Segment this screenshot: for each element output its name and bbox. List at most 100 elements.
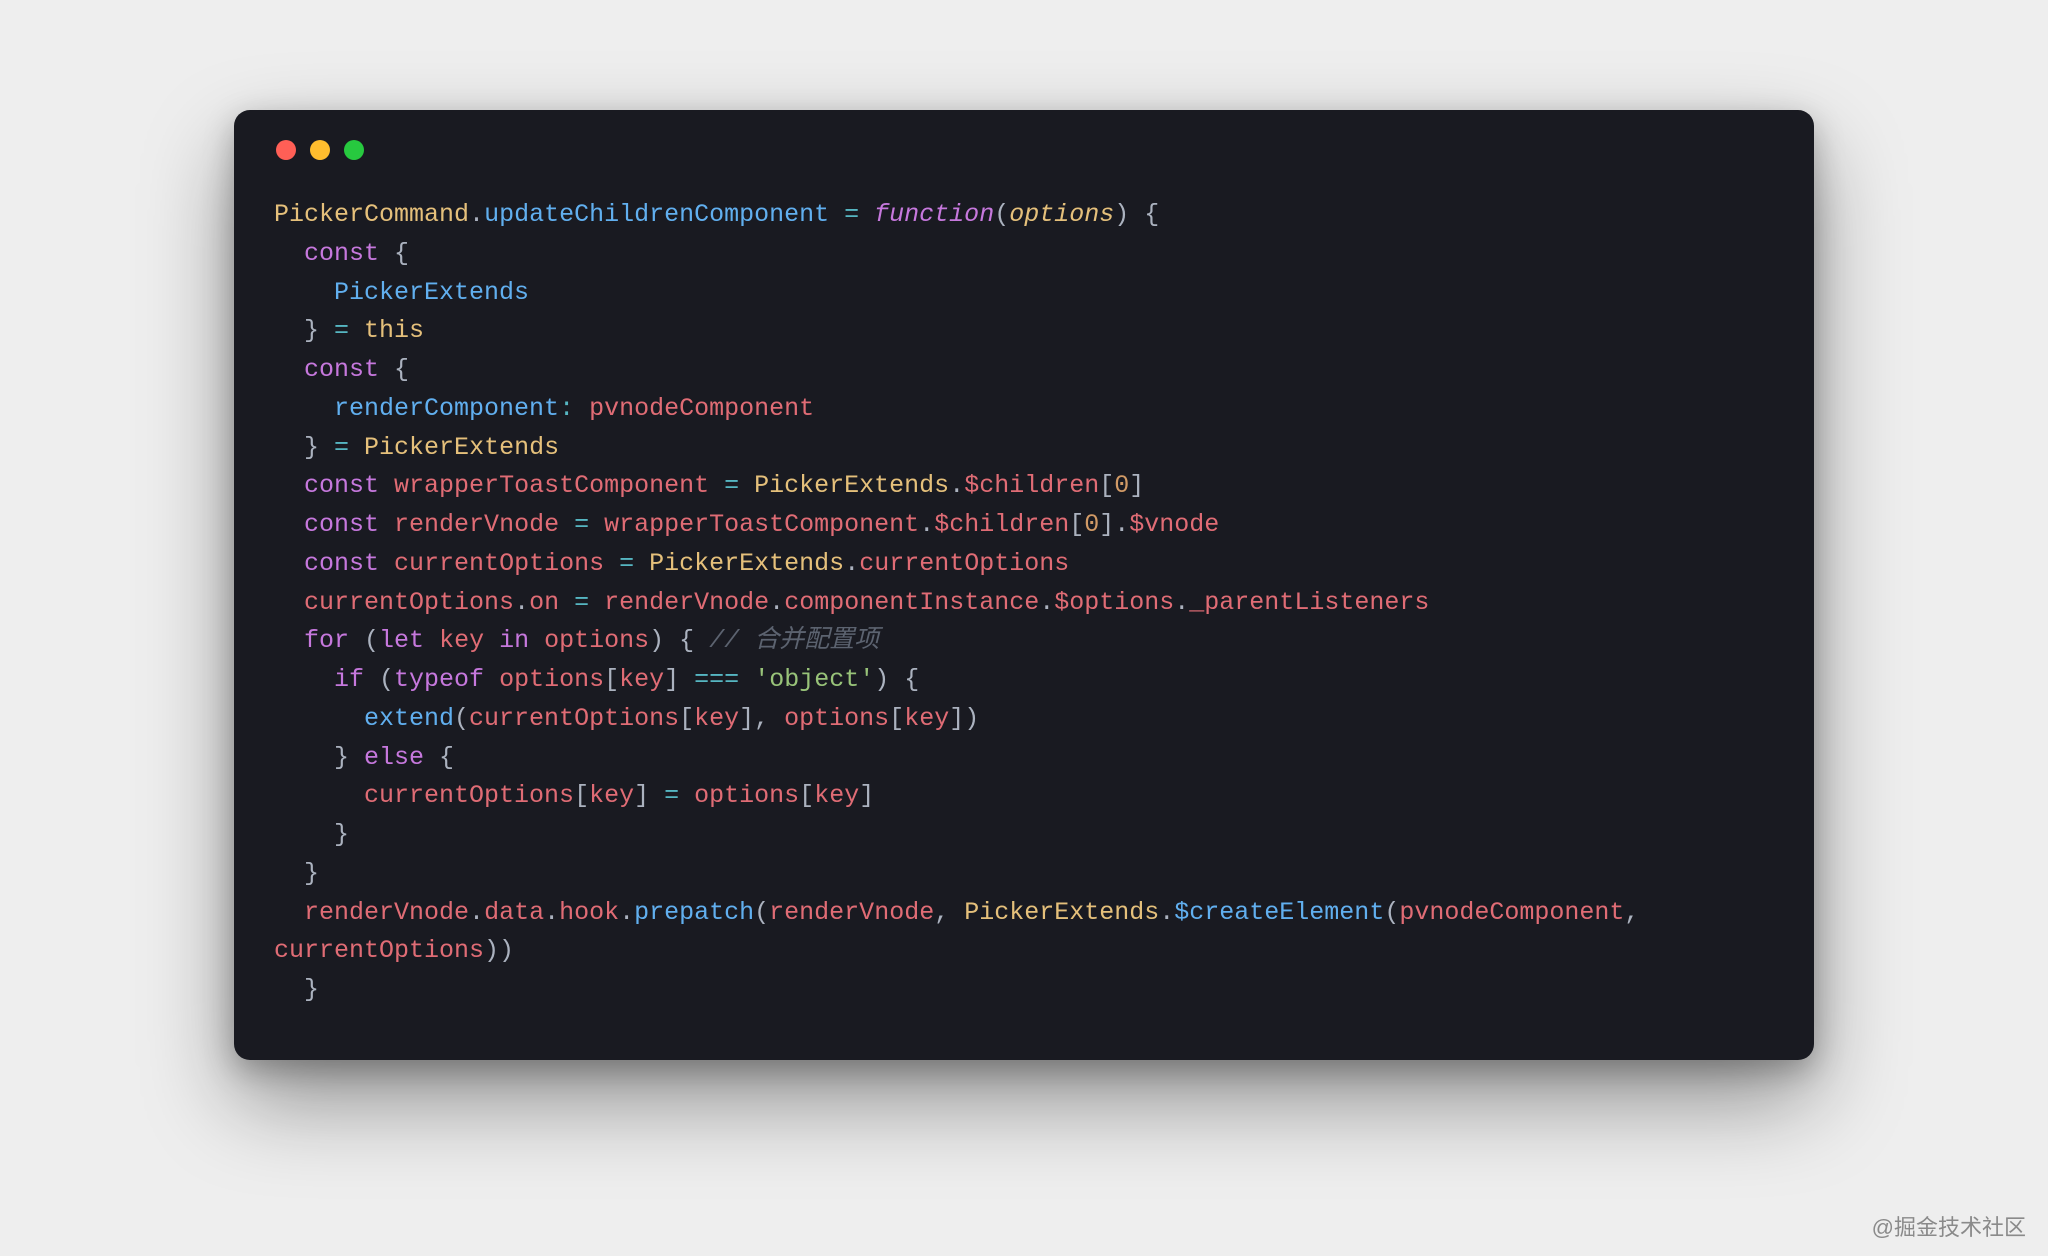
code-token: }	[274, 743, 364, 772]
code-token: (	[364, 665, 394, 694]
code-token: pvnodeComponent	[589, 394, 814, 423]
code-token: }	[274, 820, 349, 849]
code-token: =	[334, 433, 349, 462]
code-token: prepatch	[634, 898, 754, 927]
code-token: if	[334, 665, 364, 694]
code-token: key	[619, 665, 664, 694]
code-token: (	[754, 898, 769, 927]
code-token: const	[304, 471, 379, 500]
code-token: 0	[1114, 471, 1129, 500]
code-token: else	[364, 743, 424, 772]
code-token: [	[799, 781, 814, 810]
code-line: currentOptions.on = renderVnode.componen…	[274, 584, 1774, 623]
code-token: =	[574, 510, 589, 539]
code-token: renderVnode	[604, 588, 769, 617]
code-token: currentOptions	[274, 936, 484, 965]
code-token	[274, 355, 304, 384]
code-token	[274, 588, 304, 617]
code-token	[274, 665, 334, 694]
code-token	[739, 471, 754, 500]
code-token	[589, 510, 604, 539]
code-token: key	[589, 781, 634, 810]
code-token: =	[724, 471, 739, 500]
code-token: options	[1009, 200, 1114, 229]
code-token: typeof	[394, 665, 484, 694]
code-line: renderVnode.data.hook.prepatch(renderVno…	[274, 894, 1774, 933]
code-token: key	[439, 626, 484, 655]
code-token: ],	[739, 704, 784, 733]
code-token: renderVnode	[304, 898, 469, 927]
code-token: .	[919, 510, 934, 539]
close-icon[interactable]	[276, 140, 296, 160]
code-token: updateChildrenComponent	[484, 200, 829, 229]
code-line: const wrapperToastComponent = PickerExte…	[274, 467, 1774, 506]
code-line: }	[274, 816, 1774, 855]
code-token: }	[274, 433, 334, 462]
code-line: } else {	[274, 739, 1774, 778]
code-token: renderComponent	[334, 394, 559, 423]
code-token: const	[304, 549, 379, 578]
code-token: currentOptions	[394, 549, 604, 578]
code-token: {	[379, 355, 409, 384]
code-token: ))	[484, 936, 514, 965]
code-token: on	[529, 588, 559, 617]
code-token: }	[274, 975, 319, 1004]
code-token: PickerExtends	[754, 471, 949, 500]
code-line: if (typeof options[key] === 'object') {	[274, 661, 1774, 700]
code-token: =	[619, 549, 634, 578]
code-token: ])	[949, 704, 979, 733]
code-token: PickerExtends	[964, 898, 1159, 927]
code-token	[274, 626, 304, 655]
code-token: renderVnode	[769, 898, 934, 927]
code-token: hook	[559, 898, 619, 927]
code-token: in	[499, 626, 529, 655]
code-line: renderComponent: pvnodeComponent	[274, 390, 1774, 429]
code-token	[379, 549, 394, 578]
code-line: for (let key in options) { // 合并配置项	[274, 622, 1774, 661]
code-token	[709, 471, 724, 500]
code-token	[559, 588, 574, 617]
code-token	[484, 626, 499, 655]
code-token: }	[274, 859, 319, 888]
code-line: PickerExtends	[274, 274, 1774, 313]
code-token: ]	[859, 781, 874, 810]
code-line: currentOptions[key] = options[key]	[274, 777, 1774, 816]
code-token	[349, 316, 364, 345]
code-token: =	[574, 588, 589, 617]
code-token: $vnode	[1129, 510, 1219, 539]
zoom-icon[interactable]	[344, 140, 364, 160]
code-token: .	[844, 549, 859, 578]
code-token: =	[334, 316, 349, 345]
code-token: const	[304, 239, 379, 268]
traffic-lights	[276, 140, 1774, 160]
code-token: PickerExtends	[649, 549, 844, 578]
code-token: pvnodeComponent	[1399, 898, 1624, 927]
code-block: PickerCommand.updateChildrenComponent = …	[274, 196, 1774, 1010]
code-token: .	[469, 200, 484, 229]
code-token: $children	[934, 510, 1069, 539]
code-token: [	[1099, 471, 1114, 500]
code-token: [	[889, 704, 904, 733]
code-token: $createElement	[1174, 898, 1384, 927]
code-token: (	[349, 626, 379, 655]
code-token	[274, 471, 304, 500]
code-token: renderVnode	[394, 510, 559, 539]
code-token: 0	[1084, 510, 1099, 539]
code-token: :	[559, 394, 574, 423]
code-token: ]	[1129, 471, 1144, 500]
code-token: currentOptions	[859, 549, 1069, 578]
code-token	[484, 665, 499, 694]
code-token: ,	[934, 898, 964, 927]
code-token	[274, 278, 334, 307]
code-token: [	[1069, 510, 1084, 539]
code-line: }	[274, 855, 1774, 894]
code-token: ,	[1624, 898, 1654, 927]
code-line: }	[274, 971, 1774, 1010]
code-token: .	[1159, 898, 1174, 927]
minimize-icon[interactable]	[310, 140, 330, 160]
code-token: ===	[694, 665, 739, 694]
code-token: const	[304, 510, 379, 539]
code-window: PickerCommand.updateChildrenComponent = …	[234, 110, 1814, 1060]
code-line: const renderVnode = wrapperToastComponen…	[274, 506, 1774, 545]
code-token: _parentListeners	[1189, 588, 1429, 617]
